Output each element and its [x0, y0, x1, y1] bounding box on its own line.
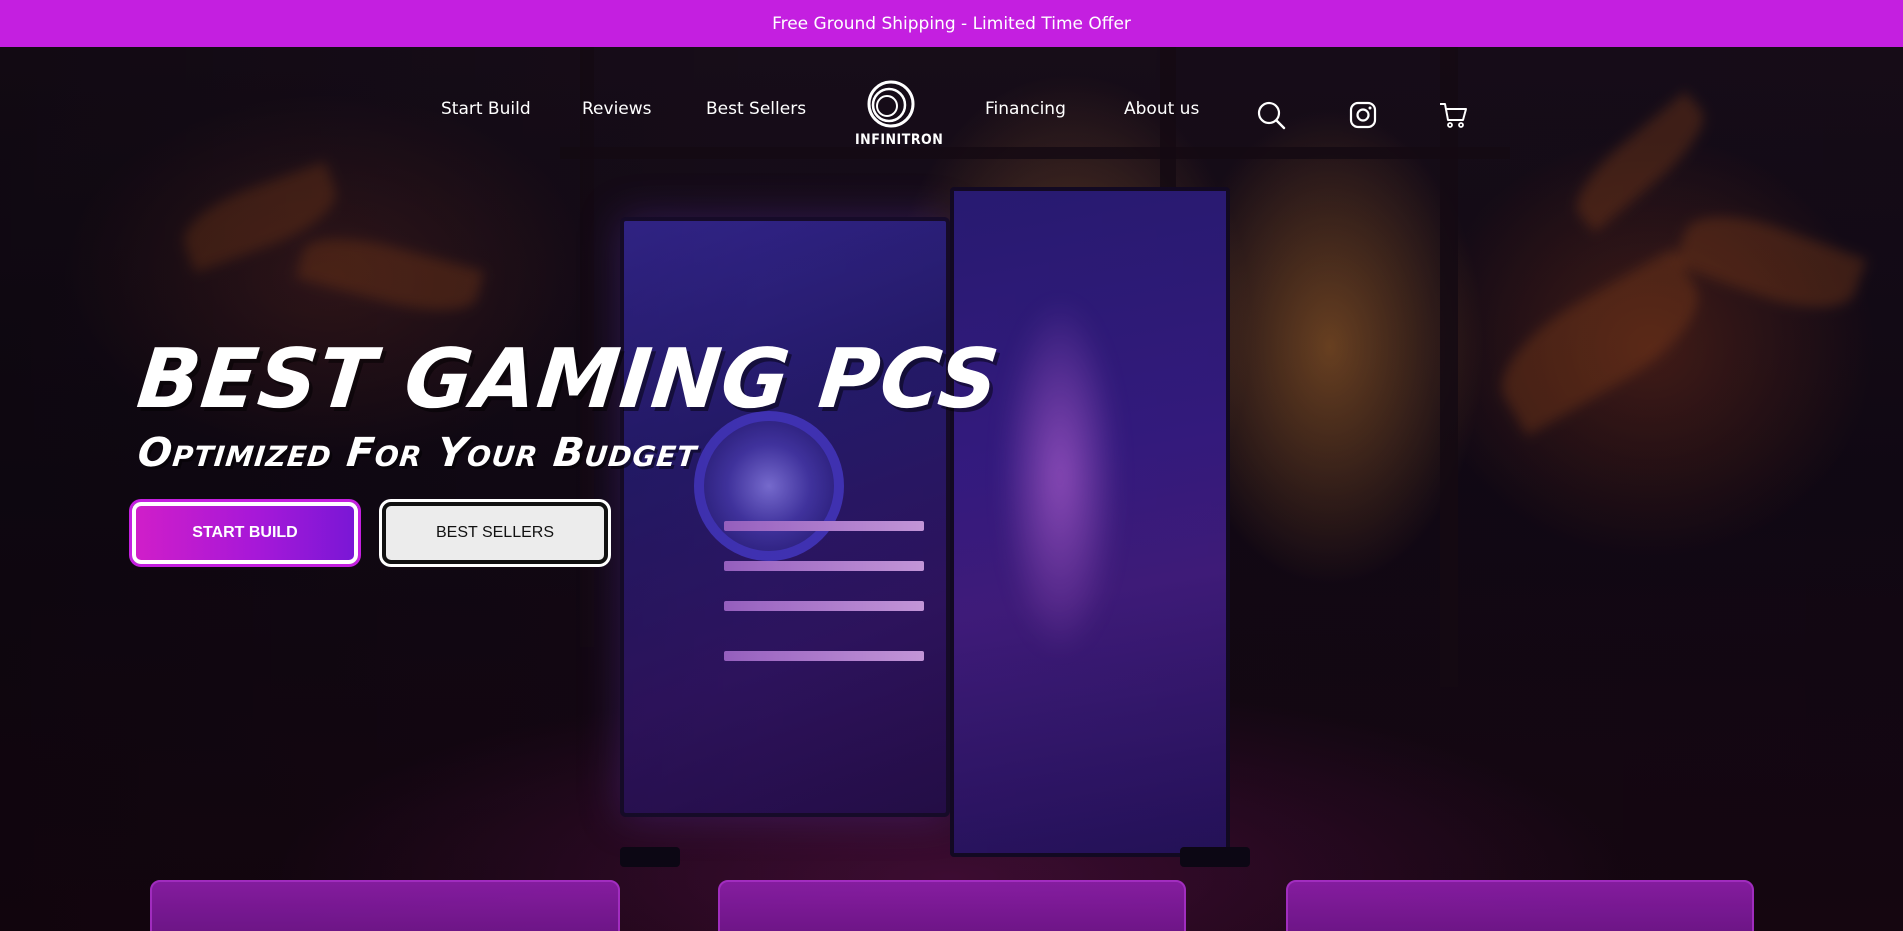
start-build-button[interactable]: START BUILD	[132, 502, 358, 564]
brand-logo[interactable]: INFINITRON	[855, 79, 944, 159]
best-sellers-button[interactable]: BEST SELLERS	[382, 502, 608, 564]
feature-card[interactable]	[150, 880, 620, 931]
hero-overlay	[0, 47, 1903, 931]
feature-card[interactable]	[718, 880, 1186, 931]
feature-card[interactable]	[1286, 880, 1754, 931]
hero-background	[0, 47, 1903, 931]
search-icon[interactable]	[1256, 100, 1286, 130]
nav-financing[interactable]: Financing	[985, 99, 1066, 119]
cart-icon[interactable]	[1438, 100, 1468, 130]
nav-best-sellers[interactable]: Best Sellers	[706, 99, 806, 119]
logo-text: INFINITRON	[855, 132, 944, 148]
start-build-label: START BUILD	[192, 524, 298, 541]
hero-title: BEST GAMING PCS	[133, 332, 1004, 427]
best-sellers-label: BEST SELLERS	[436, 524, 554, 541]
instagram-icon[interactable]	[1348, 100, 1378, 130]
announcement-bar: Free Ground Shipping - Limited Time Offe…	[0, 0, 1903, 47]
nav-about-us[interactable]: About us	[1124, 99, 1199, 119]
nav-reviews[interactable]: Reviews	[582, 99, 652, 119]
main-nav: Start Build Reviews Best Sellers INFINIT…	[0, 47, 1903, 157]
announcement-text: Free Ground Shipping - Limited Time Offe…	[772, 13, 1131, 34]
nav-start-build[interactable]: Start Build	[441, 99, 531, 119]
logo-rings-icon	[867, 80, 915, 128]
hero-subtitle: Optimized For Your Budget	[135, 430, 700, 476]
